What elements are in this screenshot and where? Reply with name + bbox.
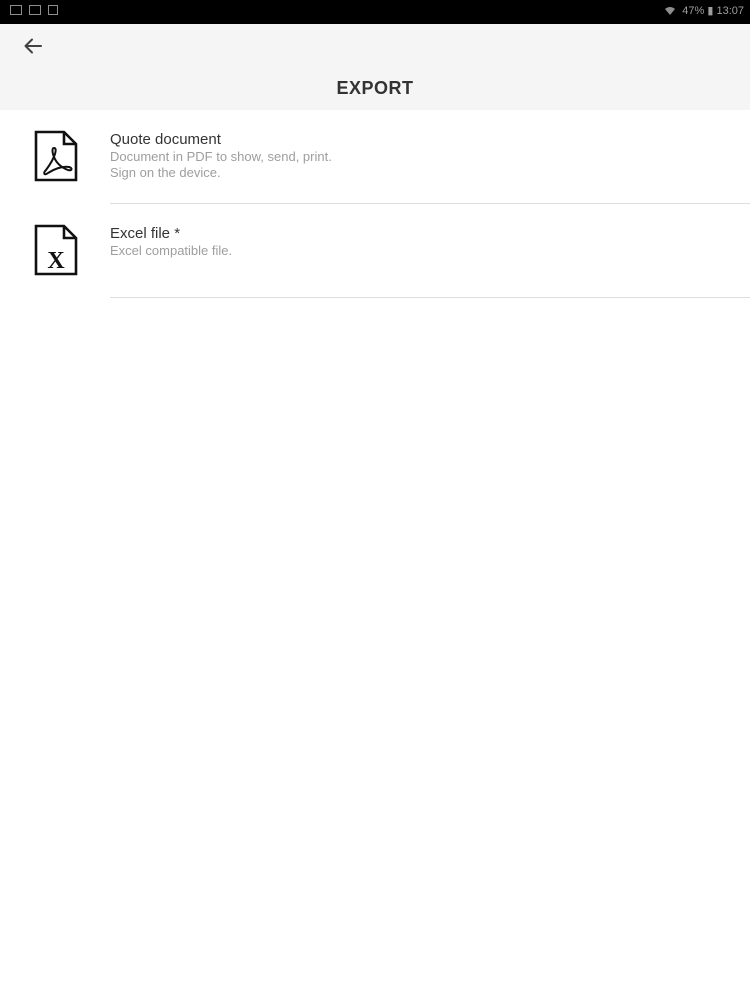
item-text: Quote document Document in PDF to show, … — [110, 131, 730, 181]
list-item-quote-document[interactable]: Quote document Document in PDF to show, … — [0, 110, 750, 204]
item-text: Excel file * Excel compatible file. — [110, 225, 730, 259]
status-icons-right: 47% ▮ 13:07 — [664, 5, 744, 17]
wifi-icon — [665, 7, 676, 15]
export-options-list: Quote document Document in PDF to show, … — [0, 110, 750, 298]
item-description: Sign on the device. — [110, 165, 221, 180]
item-description: Excel compatible file. — [110, 243, 233, 258]
item-description: Document in PDF to show, send, print. — [110, 149, 332, 164]
svg-text:X: X — [47, 248, 65, 274]
item-title: Quote document — [110, 131, 221, 148]
pdf-file-icon — [34, 130, 78, 182]
status-bar: 47% ▮ 13:07 — [0, 0, 750, 24]
divider — [110, 297, 750, 298]
list-item-excel-file[interactable]: X Excel file * Excel compatible file. — [0, 204, 750, 298]
excel-file-icon: X — [34, 224, 78, 276]
arrow-back-icon — [24, 38, 42, 54]
sync-icon — [48, 5, 58, 15]
gallery-icon — [10, 5, 22, 15]
item-title: Excel file * — [110, 225, 181, 242]
screenshot-icon — [29, 5, 41, 15]
status-icons-left — [10, 5, 58, 15]
back-button[interactable] — [18, 34, 48, 58]
page-title: EXPORT — [336, 78, 414, 98]
status-text: 47% ▮ 13:07 — [682, 5, 744, 17]
app-bar: EXPORT — [0, 24, 750, 110]
